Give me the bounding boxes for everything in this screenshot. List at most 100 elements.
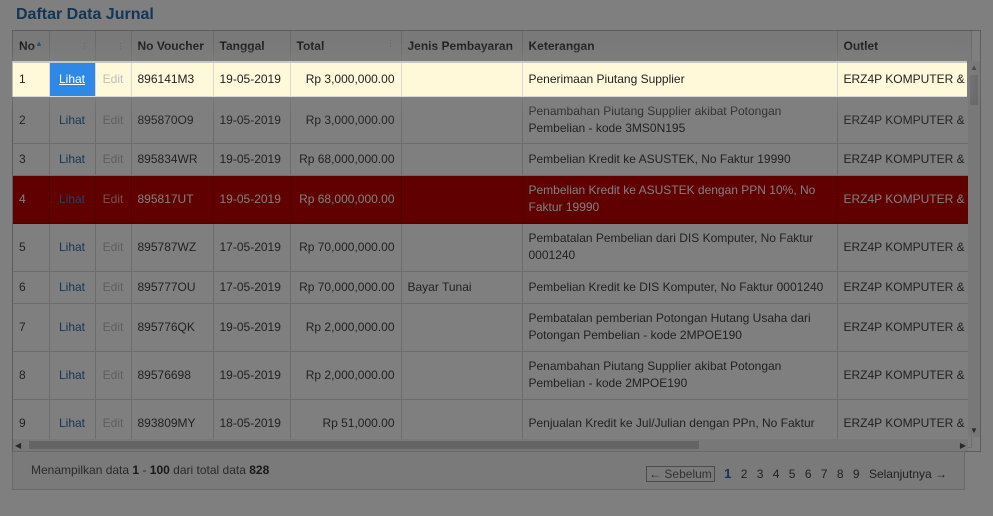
col-header-keterangan[interactable]: Keterangan <box>522 31 838 63</box>
lihat-link[interactable]: Lihat <box>59 280 85 294</box>
cell-keterangan: Penerimaan Piutang Supplier <box>522 62 838 97</box>
cell-tanggal: 19-05-2019 <box>213 175 291 224</box>
edit-link[interactable]: Edit <box>103 416 124 430</box>
cell-lihat: Lihat <box>49 271 96 304</box>
cell-jenis <box>401 303 523 352</box>
cell-outlet: ERZ4P KOMPUTER & <box>837 96 972 144</box>
col-header-outlet[interactable]: Outlet <box>837 31 972 63</box>
table-row[interactable]: 1 Lihat Edit 896141M3 19-05-2019 Rp 3,00… <box>13 62 972 97</box>
lihat-link[interactable]: Lihat <box>59 416 85 430</box>
scroll-up-icon[interactable]: ▲ <box>970 63 978 72</box>
cell-lihat: Lihat <box>49 303 96 352</box>
cell-lihat: Lihat <box>49 223 96 272</box>
vertical-scroll-thumb[interactable] <box>970 75 978 105</box>
scroll-right-icon[interactable]: ▶ <box>960 441 966 450</box>
journal-table: No▲ ⋮ ⋮ No Voucher Tanggal Total ⋮ Jenis … <box>13 31 972 448</box>
cell-no: 7 <box>13 303 50 352</box>
cell-outlet: ERZ4P KOMPUTER & <box>837 223 972 272</box>
page-link[interactable]: 2 <box>741 467 748 481</box>
cell-jenis <box>401 143 523 176</box>
col-header-edit: ⋮ <box>95 31 132 63</box>
col-header-tanggal[interactable]: Tanggal <box>213 31 291 63</box>
cell-lihat: Lihat <box>49 96 96 144</box>
col-header-total[interactable]: Total ⋮ <box>290 31 402 63</box>
edit-link[interactable]: Edit <box>103 152 124 166</box>
lihat-link[interactable]: Lihat <box>59 368 85 382</box>
cell-jenis: Bayar Tunai <box>401 271 523 304</box>
prev-page-button[interactable]: ← Sebelum <box>646 466 715 482</box>
edit-link[interactable]: Edit <box>103 72 124 86</box>
table-row[interactable]: 4 Lihat Edit 895817UT 19-05-2019 Rp 68,0… <box>13 175 972 224</box>
edit-link[interactable]: Edit <box>103 320 124 334</box>
column-menu-icon: ⋮ <box>116 41 125 51</box>
page-link[interactable]: 5 <box>789 467 796 481</box>
cell-tanggal: 17-05-2019 <box>213 223 291 272</box>
cell-lihat: Lihat <box>49 143 96 176</box>
cell-outlet: ERZ4P KOMPUTER & <box>837 175 972 224</box>
pagination: ← Sebelum 1 2 3 4 5 6 7 8 9 Selanjutnya … <box>643 466 950 482</box>
next-page-button[interactable]: Selanjutnya → <box>869 467 947 481</box>
page-link[interactable]: 3 <box>757 467 764 481</box>
journal-grid: No▲ ⋮ ⋮ No Voucher Tanggal Total ⋮ Jenis … <box>12 30 981 452</box>
table-row[interactable]: 7 Lihat Edit 895776QK 19-05-2019 Rp 2,00… <box>13 303 972 352</box>
cell-voucher: 895776QK <box>131 303 214 352</box>
cell-no: 3 <box>13 143 50 176</box>
cell-total: Rp 68,000,000.00 <box>290 175 402 224</box>
column-menu-icon: ⋮ <box>80 41 89 51</box>
horizontal-scrollbar[interactable]: ◀ ▶ <box>13 439 968 451</box>
col-header-voucher[interactable]: No Voucher <box>131 31 214 63</box>
horizontal-scroll-thumb[interactable] <box>29 441 699 449</box>
vertical-scrollbar[interactable]: ▲ ▼ <box>968 61 980 437</box>
cell-keterangan: Penambahan Piutang Supplier akibat Poton… <box>522 351 838 400</box>
cell-keterangan: Penambahan Piutang Supplier akibat Poton… <box>522 96 838 144</box>
scroll-down-icon[interactable]: ▼ <box>970 426 978 435</box>
cell-jenis <box>401 96 523 144</box>
table-row[interactable]: 8 Lihat Edit 89576698 19-05-2019 Rp 2,00… <box>13 351 972 400</box>
cell-voucher: 896141M3 <box>131 62 214 97</box>
edit-link[interactable]: Edit <box>103 192 124 206</box>
col-header-no[interactable]: No▲ <box>13 31 50 63</box>
page-link[interactable]: 6 <box>805 467 812 481</box>
lihat-link[interactable]: Lihat <box>59 320 85 334</box>
pagination-info: Menampilkan data 1 - 100 dari total data… <box>31 463 270 477</box>
cell-no: 4 <box>13 175 50 224</box>
cell-no: 5 <box>13 223 50 272</box>
grid-footer: Menampilkan data 1 - 100 dari total data… <box>12 451 965 490</box>
edit-link[interactable]: Edit <box>103 113 124 127</box>
lihat-link[interactable]: Lihat <box>59 113 85 127</box>
cell-tanggal: 19-05-2019 <box>213 143 291 176</box>
edit-link[interactable]: Edit <box>103 280 124 294</box>
cell-total: Rp 68,000,000.00 <box>290 143 402 176</box>
cell-lihat: Lihat <box>49 62 96 97</box>
cell-keterangan: Pembatalan Pembelian dari DIS Komputer, … <box>522 223 838 272</box>
cell-no: 6 <box>13 271 50 304</box>
scroll-left-icon[interactable]: ◀ <box>15 441 21 450</box>
edit-link[interactable]: Edit <box>103 240 124 254</box>
table-row[interactable]: 3 Lihat Edit 895834WR 19-05-2019 Rp 68,0… <box>13 143 972 176</box>
cell-keterangan: Pembelian Kredit ke ASUSTEK, No Faktur 1… <box>522 143 838 176</box>
table-row[interactable]: 5 Lihat Edit 895787WZ 17-05-2019 Rp 70,0… <box>13 223 972 272</box>
table-row[interactable]: 2 Lihat Edit 895870O9 19-05-2019 Rp 3,00… <box>13 96 972 144</box>
edit-link[interactable]: Edit <box>103 368 124 382</box>
cell-edit: Edit <box>95 96 132 144</box>
cell-total: Rp 2,000,000.00 <box>290 351 402 400</box>
col-header-jenis[interactable]: Jenis Pembayaran <box>401 31 523 63</box>
col-header-lihat: ⋮ <box>49 31 96 63</box>
page-link[interactable]: 7 <box>821 467 828 481</box>
cell-tanggal: 17-05-2019 <box>213 271 291 304</box>
cell-lihat: Lihat <box>49 351 96 400</box>
lihat-link[interactable]: Lihat <box>59 192 85 206</box>
page-link[interactable]: 8 <box>837 467 844 481</box>
lihat-link[interactable]: Lihat <box>59 72 85 86</box>
page-link[interactable]: 9 <box>853 467 860 481</box>
lihat-link[interactable]: Lihat <box>59 152 85 166</box>
table-row[interactable]: 6 Lihat Edit 895777OU 17-05-2019 Rp 70,0… <box>13 271 972 304</box>
page-link[interactable]: 4 <box>773 467 780 481</box>
cell-edit: Edit <box>95 303 132 352</box>
cell-edit: Edit <box>95 223 132 272</box>
cell-tanggal: 19-05-2019 <box>213 303 291 352</box>
cell-jenis <box>401 175 523 224</box>
page-link-current[interactable]: 1 <box>724 466 731 481</box>
cell-keterangan: Pembatalan pemberian Potongan Hutang Usa… <box>522 303 838 352</box>
lihat-link[interactable]: Lihat <box>59 240 85 254</box>
